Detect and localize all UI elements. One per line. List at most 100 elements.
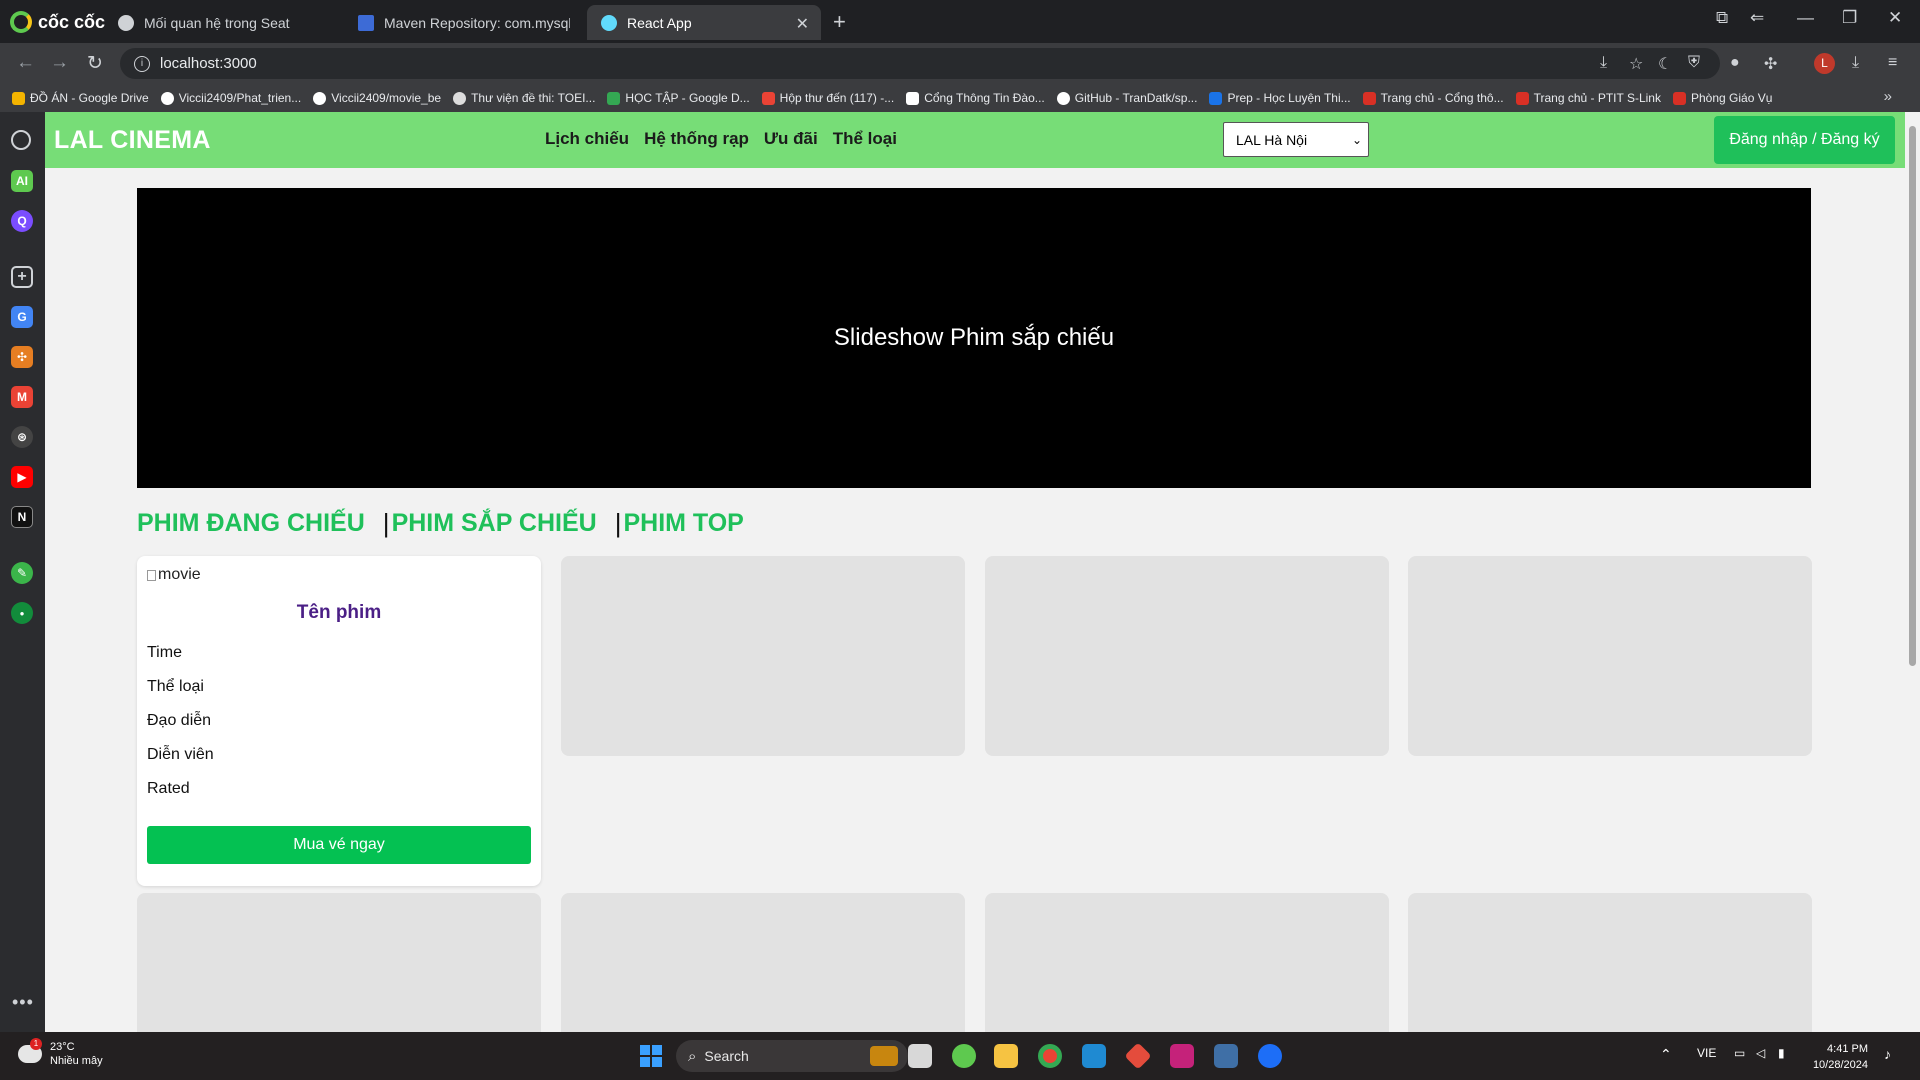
language-indicator[interactable]: VIE: [1697, 1046, 1716, 1060]
tab-seat-relations[interactable]: Mối quan hệ trong Seat: [104, 5, 344, 40]
windows-start-icon[interactable]: [640, 1045, 662, 1067]
bookmark-star-icon[interactable]: ☆: [1629, 54, 1643, 74]
profile-avatar[interactable]: L: [1814, 53, 1835, 74]
new-tab-icon[interactable]: +: [833, 9, 846, 35]
close-tab-icon[interactable]: ✕: [796, 14, 809, 34]
mysql-workbench-icon[interactable]: [1214, 1044, 1238, 1068]
notes-icon[interactable]: ✎: [11, 562, 33, 584]
github-icon: [160, 91, 174, 105]
movie-title[interactable]: Tên phim: [137, 602, 541, 624]
show-hidden-icons-icon[interactable]: ⌃: [1660, 1046, 1672, 1063]
intellij-icon[interactable]: [1170, 1044, 1194, 1068]
task-view-icon[interactable]: [908, 1044, 932, 1068]
bookmark-item[interactable]: Viccii2409/Phat_trien...: [160, 91, 302, 105]
tab-search-icon[interactable]: ⧉: [1716, 8, 1728, 28]
login-register-button[interactable]: Đăng nhập / Đăng ký: [1714, 116, 1895, 164]
taskbar-search[interactable]: ⌕ Search: [676, 1040, 908, 1072]
bookmark-item[interactable]: Viccii2409/movie_be: [313, 91, 441, 105]
github-icon: [1056, 91, 1070, 105]
bookmark-label: Viccii2409/Phat_trien...: [178, 91, 302, 105]
youtube-icon[interactable]: ▶: [11, 466, 33, 488]
nav-cinemas[interactable]: Hệ thống rạp: [644, 129, 749, 149]
zalo-icon[interactable]: [1258, 1044, 1282, 1068]
bookmark-item[interactable]: HỌC TẬP - Google D...: [607, 91, 750, 105]
close-window-icon[interactable]: ✕: [1888, 8, 1902, 28]
back-icon[interactable]: ←: [16, 52, 35, 74]
volume-icon[interactable]: ◁: [1756, 1046, 1765, 1060]
address-text: localhost:3000: [160, 55, 257, 72]
page-scrollbar[interactable]: [1905, 112, 1920, 1032]
forward-icon[interactable]: →: [50, 52, 69, 74]
ptit-icon: [1362, 91, 1376, 105]
city-select[interactable]: LAL Hà Nội ⌄: [1223, 122, 1369, 157]
nav-genres[interactable]: Thể loại: [833, 129, 897, 149]
github-icon: [313, 91, 327, 105]
tab-now-showing[interactable]: PHIM ĐANG CHIẾU: [137, 509, 365, 538]
vscode-icon[interactable]: [1082, 1044, 1106, 1068]
chatgpt-icon[interactable]: ⊛: [11, 426, 33, 448]
ai-assistant-icon[interactable]: AI: [11, 170, 33, 192]
bookmark-item[interactable]: GitHub - TranDatk/sp...: [1056, 91, 1197, 105]
back-history-icon[interactable]: ⇐: [1750, 8, 1764, 28]
bookmark-item[interactable]: ĐỒ ÁN - Google Drive: [12, 91, 149, 105]
site-info-icon[interactable]: i: [134, 55, 150, 72]
bookmark-item[interactable]: Cổng Thông Tin Đào...: [906, 91, 1045, 105]
weather-temperature: 23°C: [50, 1041, 75, 1053]
nav-promotions[interactable]: Ưu đãi: [764, 129, 818, 149]
tab-top-movies[interactable]: PHIM TOP: [623, 509, 743, 538]
sidebar-app-icon[interactable]: ●: [11, 602, 33, 624]
gmail-icon[interactable]: M: [11, 386, 33, 408]
coccoc-app-icon[interactable]: [952, 1044, 976, 1068]
reload-icon[interactable]: ↻: [87, 52, 103, 75]
maximize-icon[interactable]: ❐: [1842, 8, 1857, 28]
network-icon[interactable]: ▭: [1734, 1046, 1745, 1060]
chrome-icon[interactable]: [1038, 1044, 1062, 1068]
tab-maven-repository[interactable]: Maven Repository: com.mysql » m: [344, 5, 584, 40]
extensions-icon[interactable]: ✣: [1764, 54, 1777, 74]
coccoc-logo[interactable]: cốc cốc: [10, 10, 105, 34]
bookmark-label: Trang chủ - PTIT S-Link: [1533, 91, 1661, 105]
minimize-icon[interactable]: —: [1797, 8, 1814, 28]
address-input[interactable]: i localhost:3000: [120, 48, 1720, 79]
bookmark-item[interactable]: Trang chủ - PTIT S-Link: [1515, 91, 1661, 105]
maven-favicon-icon: [358, 14, 374, 31]
cookie-extension-icon[interactable]: ●: [1730, 54, 1740, 72]
git-icon[interactable]: [1124, 1042, 1152, 1070]
menu-icon[interactable]: ≡: [1888, 54, 1897, 72]
chevron-down-icon: ⌄: [1351, 132, 1362, 147]
bookmark-item[interactable]: Thư viện đề thi: TOEI...: [453, 91, 595, 105]
movie-card[interactable]: movie Tên phim Time Thể loại Đạo diễn Di…: [137, 556, 541, 886]
buy-ticket-button[interactable]: Mua vé ngay: [147, 826, 531, 864]
more-bookmarks-icon[interactable]: »: [1884, 88, 1892, 105]
notion-icon[interactable]: N: [11, 506, 33, 528]
notifications-bell-icon[interactable]: ♪: [1884, 1046, 1891, 1062]
search-q-icon[interactable]: Q: [11, 210, 33, 232]
battery-icon[interactable]: ▮: [1778, 1046, 1785, 1060]
file-explorer-icon[interactable]: [994, 1044, 1018, 1068]
prep-icon: [1209, 91, 1223, 105]
weather-widget[interactable]: 1 23°C Nhiều mây: [18, 1038, 103, 1068]
nav-showtimes[interactable]: Lịch chiếu: [545, 129, 629, 149]
downloads-icon[interactable]: ⤓: [1852, 54, 1859, 72]
bookmark-label: Phòng Giáo Vụ: [1690, 91, 1773, 105]
download-page-icon[interactable]: ⤓: [1600, 54, 1607, 72]
add-panel-icon[interactable]: +: [11, 266, 33, 288]
ptit-icon: [1672, 91, 1686, 105]
bookmark-item[interactable]: Prep - Học Luyện Thi...: [1209, 91, 1351, 105]
tab-react-app[interactable]: React App ✕: [587, 5, 821, 40]
shield-icon[interactable]: ⛨: [1688, 54, 1700, 72]
site-logo[interactable]: LAL CINEMA: [54, 126, 211, 155]
history-icon[interactable]: [11, 130, 31, 150]
translate-icon[interactable]: G: [11, 306, 33, 328]
extension-panel-icon[interactable]: ✣: [11, 346, 33, 368]
bookmark-item[interactable]: Phòng Giáo Vụ: [1672, 91, 1773, 105]
taskbar-clock[interactable]: 4:41 PM 10/28/2024: [1808, 1041, 1868, 1073]
tab-coming-soon[interactable]: PHIM SẮP CHIẾU: [392, 509, 597, 538]
dark-mode-icon[interactable]: ☾: [1658, 54, 1672, 74]
bookmark-item[interactable]: Hộp thư đến (117) -...: [761, 91, 894, 105]
more-options-icon[interactable]: •••: [12, 992, 34, 1013]
bookmark-item[interactable]: Trang chủ - Cổng thô...: [1362, 91, 1504, 105]
upcoming-slideshow[interactable]: Slideshow Phim sắp chiếu: [137, 188, 1811, 488]
scrollbar-thumb[interactable]: [1909, 126, 1916, 666]
movie-card-placeholder: [1408, 893, 1812, 1032]
